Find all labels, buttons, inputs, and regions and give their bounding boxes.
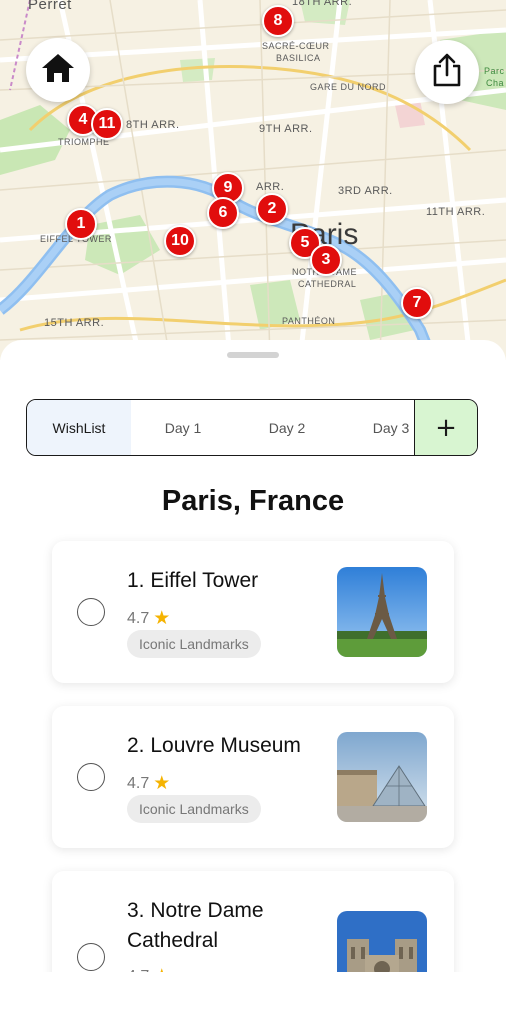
add-day-button[interactable]: + <box>414 400 477 455</box>
map-label-15th: 15TH ARR. <box>44 317 105 329</box>
bottom-sheet: WishList Day 1 Day 2 Day 3 + Paris, Fran… <box>0 340 506 1032</box>
map-view[interactable]: Perret 18TH ARR. SACRÉ-CŒUR BASILICA GAR… <box>0 0 506 360</box>
map-pin-3[interactable]: 3 <box>310 244 342 276</box>
map-label-8th: 8TH ARR. <box>126 119 180 131</box>
map-label-9th: 9TH ARR. <box>259 123 313 135</box>
tab-day-2[interactable]: Day 2 <box>235 400 339 455</box>
map-label-gare-du-nord: GARE DU NORD <box>310 82 387 92</box>
place-card-louvre[interactable]: 2. Louvre Museum 4.7 ★ Iconic Landmarks <box>52 706 454 848</box>
map-label-perret: Perret <box>28 0 72 13</box>
map-label-18th: 18TH ARR. <box>292 0 353 8</box>
tab-wishlist[interactable]: WishList <box>27 400 131 455</box>
map-label-arr: ARR. <box>256 181 285 193</box>
map-label-basilica: BASILICA <box>276 53 321 63</box>
star-icon: ★ <box>153 773 171 794</box>
place-name: 1. Eiffel Tower <box>127 569 259 592</box>
share-button[interactable] <box>415 40 479 104</box>
map-label-pantheon: PANTHÉON <box>282 316 336 326</box>
home-icon <box>41 53 75 87</box>
map-label-11th: 11TH ARR. <box>426 206 486 218</box>
louvre-photo <box>337 732 427 822</box>
map-pin-8[interactable]: 8 <box>262 5 294 37</box>
place-rating: 4.7 ★ <box>127 772 170 795</box>
place-name-line1: 3. Notre Dame <box>127 899 264 922</box>
place-card-eiffel-tower[interactable]: 1. Eiffel Tower 4.7 ★ Iconic Landmarks <box>52 541 454 683</box>
map-label-3rd: 3RD ARR. <box>338 185 393 197</box>
map-label-cathedral: CATHEDRAL <box>298 279 357 289</box>
map-label-cha: Cha <box>486 78 505 88</box>
share-icon <box>432 53 462 91</box>
star-icon: ★ <box>153 608 171 629</box>
place-rating: 4.7 ★ <box>127 607 170 630</box>
tab-day-1[interactable]: Day 1 <box>131 400 235 455</box>
place-checkbox[interactable] <box>77 943 105 971</box>
home-button[interactable] <box>26 38 90 102</box>
map-pin-1[interactable]: 1 <box>65 208 97 240</box>
map-pin-2[interactable]: 2 <box>256 193 288 225</box>
rating-value: 4.7 <box>127 774 150 792</box>
list-fade-overlay <box>0 972 506 1032</box>
place-checkbox[interactable] <box>77 763 105 791</box>
map-pin-11[interactable]: 11 <box>91 108 123 140</box>
category-tag: Iconic Landmarks <box>127 630 261 658</box>
map-pin-7[interactable]: 7 <box>401 287 433 319</box>
eiffel-tower-photo <box>337 567 427 657</box>
place-name-line2: Cathedral <box>127 929 219 952</box>
place-name: 2. Louvre Museum <box>127 734 301 757</box>
map-label-sacre-coeur: SACRÉ-CŒUR <box>262 41 330 51</box>
sheet-drag-handle[interactable] <box>227 352 279 358</box>
day-tabs: WishList Day 1 Day 2 Day 3 + <box>26 399 478 456</box>
map-pin-10[interactable]: 10 <box>164 225 196 257</box>
map-label-parc: Parc <box>484 66 505 76</box>
category-tag: Iconic Landmarks <box>127 795 261 823</box>
page-title: Paris, France <box>161 485 345 517</box>
map-pin-6[interactable]: 6 <box>207 197 239 229</box>
rating-value: 4.7 <box>127 609 150 627</box>
place-checkbox[interactable] <box>77 598 105 626</box>
